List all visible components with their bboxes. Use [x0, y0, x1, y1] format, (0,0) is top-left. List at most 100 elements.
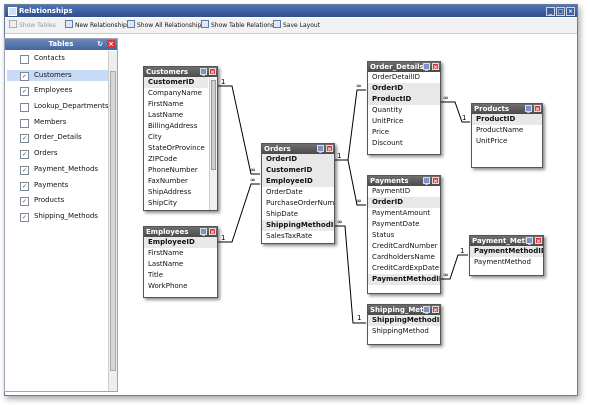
- field-price[interactable]: Price: [368, 127, 440, 138]
- minimize-icon[interactable]: _: [526, 237, 533, 245]
- checkbox[interactable]: ✓: [20, 87, 29, 96]
- field-shippingmethodid[interactable]: ShippingMethodID: [262, 220, 334, 231]
- minimize-icon[interactable]: _: [423, 177, 430, 185]
- close-icon[interactable]: ×: [566, 7, 575, 16]
- field-stateorprovince[interactable]: StateOrProvince: [144, 143, 208, 154]
- minimize-icon[interactable]: _: [317, 145, 324, 153]
- field-unitprice[interactable]: UnitPrice: [472, 136, 542, 147]
- field-firstname[interactable]: FirstName: [144, 248, 217, 259]
- close-panel-icon[interactable]: ×: [107, 40, 115, 48]
- refresh-icon[interactable]: ↻: [96, 40, 104, 48]
- table-customers[interactable]: Customers _ × CustomerID CompanyName First…: [143, 66, 218, 211]
- table-orders-header[interactable]: Orders _ ×: [262, 144, 334, 154]
- field-orderid[interactable]: OrderID: [368, 83, 440, 94]
- table-employees-header[interactable]: Employees _ ×: [144, 227, 217, 237]
- table-employees[interactable]: Employees _ × EmployeeID FirstName LastNam…: [143, 226, 218, 298]
- table-item-payment-methods[interactable]: ✓ Payment_Methods: [7, 164, 108, 175]
- field-productid[interactable]: ProductID: [368, 94, 440, 105]
- field-lastname[interactable]: LastName: [144, 259, 217, 270]
- table-item-products[interactable]: ✓ Products: [7, 195, 108, 206]
- close-icon[interactable]: ×: [209, 68, 216, 76]
- field-phonenumber[interactable]: PhoneNumber: [144, 165, 208, 176]
- show-table-relations-button[interactable]: Show Table Relations: [201, 20, 274, 31]
- table-payment-methods-header[interactable]: Payment_Meth _ ×: [470, 236, 543, 246]
- field-firstname[interactable]: FirstName: [144, 99, 208, 110]
- field-paymentmethodid[interactable]: PaymentMethodID: [368, 274, 440, 285]
- checkbox[interactable]: ✓: [20, 213, 29, 222]
- scroll-thumb[interactable]: [110, 71, 116, 371]
- table-item-shipping-methods[interactable]: ✓ Shipping_Methods: [7, 211, 108, 222]
- field-customerid[interactable]: CustomerID: [144, 77, 208, 88]
- field-companyname[interactable]: CompanyName: [144, 88, 208, 99]
- field-shippingmethod[interactable]: ShippingMethod: [368, 326, 440, 337]
- checkbox[interactable]: ✓: [20, 166, 29, 175]
- field-paymentdate[interactable]: PaymentDate: [368, 219, 440, 230]
- field-employeeid[interactable]: EmployeeID: [262, 176, 334, 187]
- table-item-members[interactable]: Members: [7, 117, 108, 128]
- field-salestaxrate[interactable]: SalesTaxRate: [262, 231, 334, 242]
- checkbox[interactable]: [20, 103, 29, 112]
- show-all-relationships-button[interactable]: Show All Relationships: [127, 20, 204, 31]
- field-orderid[interactable]: OrderID: [368, 197, 440, 208]
- field-shippingmethodid[interactable]: ShippingMethodID: [368, 315, 440, 326]
- show-tables-button[interactable]: Show Tables: [9, 20, 56, 31]
- field-paymentmethod[interactable]: PaymentMethod: [470, 257, 543, 268]
- minimize-icon[interactable]: _: [423, 306, 430, 314]
- close-icon[interactable]: ×: [535, 237, 542, 245]
- minimize-icon[interactable]: _: [200, 228, 207, 236]
- field-orderid[interactable]: OrderID: [262, 154, 334, 165]
- field-shipcity[interactable]: ShipCity: [144, 198, 208, 209]
- table-order-details[interactable]: Order_Details _ × OrderDetailID OrderID Pr…: [367, 61, 441, 155]
- checkbox[interactable]: [20, 119, 29, 128]
- table-item-orders[interactable]: ✓ Orders: [7, 148, 108, 159]
- minimize-icon[interactable]: _: [200, 68, 207, 76]
- table-item-lookup-departments[interactable]: Lookup_Departments: [7, 101, 109, 112]
- checkbox[interactable]: ✓: [20, 197, 29, 206]
- checkbox[interactable]: ✓: [20, 150, 29, 159]
- field-paymentamount[interactable]: PaymentAmount: [368, 208, 440, 219]
- field-productname[interactable]: ProductName: [472, 125, 542, 136]
- table-item-payments[interactable]: ✓ Payments: [7, 180, 108, 191]
- field-lastname[interactable]: LastName: [144, 110, 208, 121]
- field-employeeid[interactable]: EmployeeID: [144, 237, 217, 248]
- field-workphone[interactable]: WorkPhone: [144, 281, 217, 292]
- checkbox[interactable]: ✓: [20, 134, 29, 143]
- table-shipping-methods-header[interactable]: Shipping_Meth _ ×: [368, 305, 440, 315]
- table-order-details-header[interactable]: Order_Details _ ×: [368, 62, 440, 72]
- maximize-icon[interactable]: □: [556, 7, 565, 16]
- new-relationship-button[interactable]: New Relationship: [65, 20, 127, 31]
- table-payment-methods[interactable]: Payment_Meth _ × PaymentMethodID PaymentMe…: [469, 235, 544, 276]
- save-layout-button[interactable]: Save Layout: [273, 20, 320, 31]
- table-orders[interactable]: Orders _ × OrderID CustomerID EmployeeID O…: [261, 143, 335, 244]
- close-icon[interactable]: ×: [534, 105, 541, 113]
- field-title[interactable]: Title: [144, 270, 217, 281]
- table-item-customers[interactable]: ✓ Customers: [7, 70, 108, 81]
- close-icon[interactable]: ×: [326, 145, 333, 153]
- table-products-header[interactable]: Products _ ×: [472, 104, 542, 114]
- field-zipcode[interactable]: ZIPCode: [144, 154, 208, 165]
- table-products[interactable]: Products _ × ProductID ProductName UnitPri…: [471, 103, 543, 168]
- field-discount[interactable]: Discount: [368, 138, 440, 149]
- table-item-order-details[interactable]: ✓ Order_Details: [7, 132, 108, 143]
- close-icon[interactable]: ×: [432, 63, 439, 71]
- field-cardholdersname[interactable]: CardholdersName: [368, 252, 440, 263]
- minimize-icon[interactable]: _: [546, 7, 555, 16]
- field-productid[interactable]: ProductID: [472, 114, 542, 125]
- field-creditcardnumber[interactable]: CreditCardNumber: [368, 241, 440, 252]
- checkbox[interactable]: [20, 55, 29, 64]
- field-quantity[interactable]: Quantity: [368, 105, 440, 116]
- table-customers-header[interactable]: Customers _ ×: [144, 67, 217, 77]
- field-creditcardexpdate[interactable]: CreditCardExpDate: [368, 263, 440, 274]
- field-unitprice[interactable]: UnitPrice: [368, 116, 440, 127]
- table-item-employees[interactable]: ✓ Employees: [7, 85, 108, 96]
- table-item-contacts[interactable]: Contacts: [7, 53, 108, 64]
- field-shipdate[interactable]: ShipDate: [262, 209, 334, 220]
- table-payments[interactable]: Payments _ × PaymentID OrderID PaymentAmou…: [367, 175, 441, 294]
- table-payments-header[interactable]: Payments _ ×: [368, 176, 440, 186]
- field-shipaddress[interactable]: ShipAddress: [144, 187, 208, 198]
- table-customers-scrollbar[interactable]: [209, 78, 217, 210]
- close-icon[interactable]: ×: [432, 306, 439, 314]
- tables-scrollbar[interactable]: [108, 51, 117, 391]
- field-purchaseordernumb[interactable]: PurchaseOrderNumb: [262, 198, 334, 209]
- checkbox[interactable]: ✓: [20, 72, 29, 81]
